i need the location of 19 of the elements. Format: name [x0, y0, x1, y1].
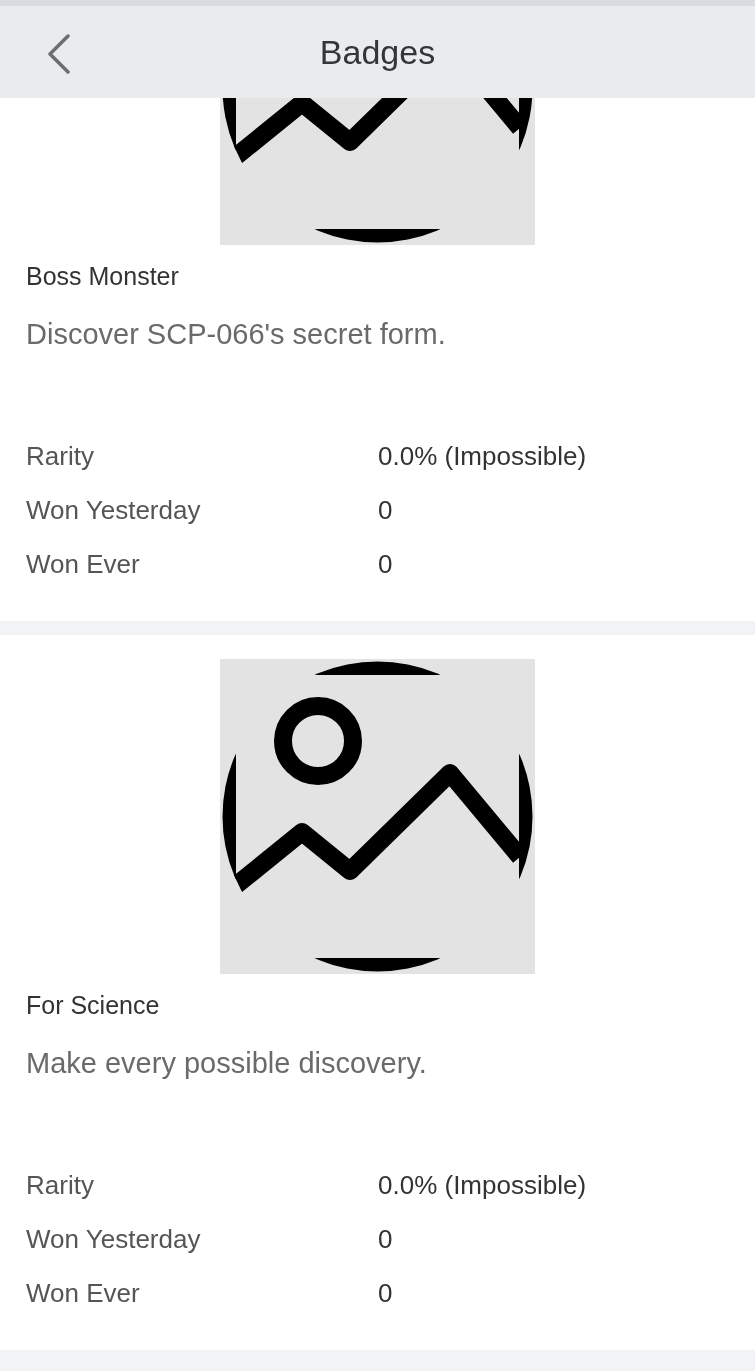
back-icon	[47, 34, 71, 74]
stat-label: Rarity	[26, 440, 94, 472]
stat-value: 0.0% (Impossible)	[378, 1169, 587, 1201]
stat-label: Rarity	[26, 1169, 94, 1201]
badge-description: Make every possible discovery.	[26, 1046, 427, 1081]
badge-name: For Science	[26, 990, 160, 1021]
stat-value: 0.0% (Impossible)	[378, 440, 587, 472]
badge-description: Discover SCP-066's secret form.	[26, 317, 446, 352]
stat-value: 0	[378, 1223, 393, 1255]
stat-label: Won Ever	[26, 548, 140, 580]
image-icon	[220, 659, 535, 974]
badge-name: Boss Monster	[26, 261, 179, 292]
stat-label: Won Yesterday	[26, 1223, 201, 1255]
stat-value: 0	[378, 1277, 393, 1309]
stat-value: 0	[378, 494, 393, 526]
stat-label: Won Yesterday	[26, 494, 201, 526]
stat-label: Won Ever	[26, 1277, 140, 1309]
stat-value: 0	[378, 548, 393, 580]
page-title: Badges	[319, 32, 436, 72]
